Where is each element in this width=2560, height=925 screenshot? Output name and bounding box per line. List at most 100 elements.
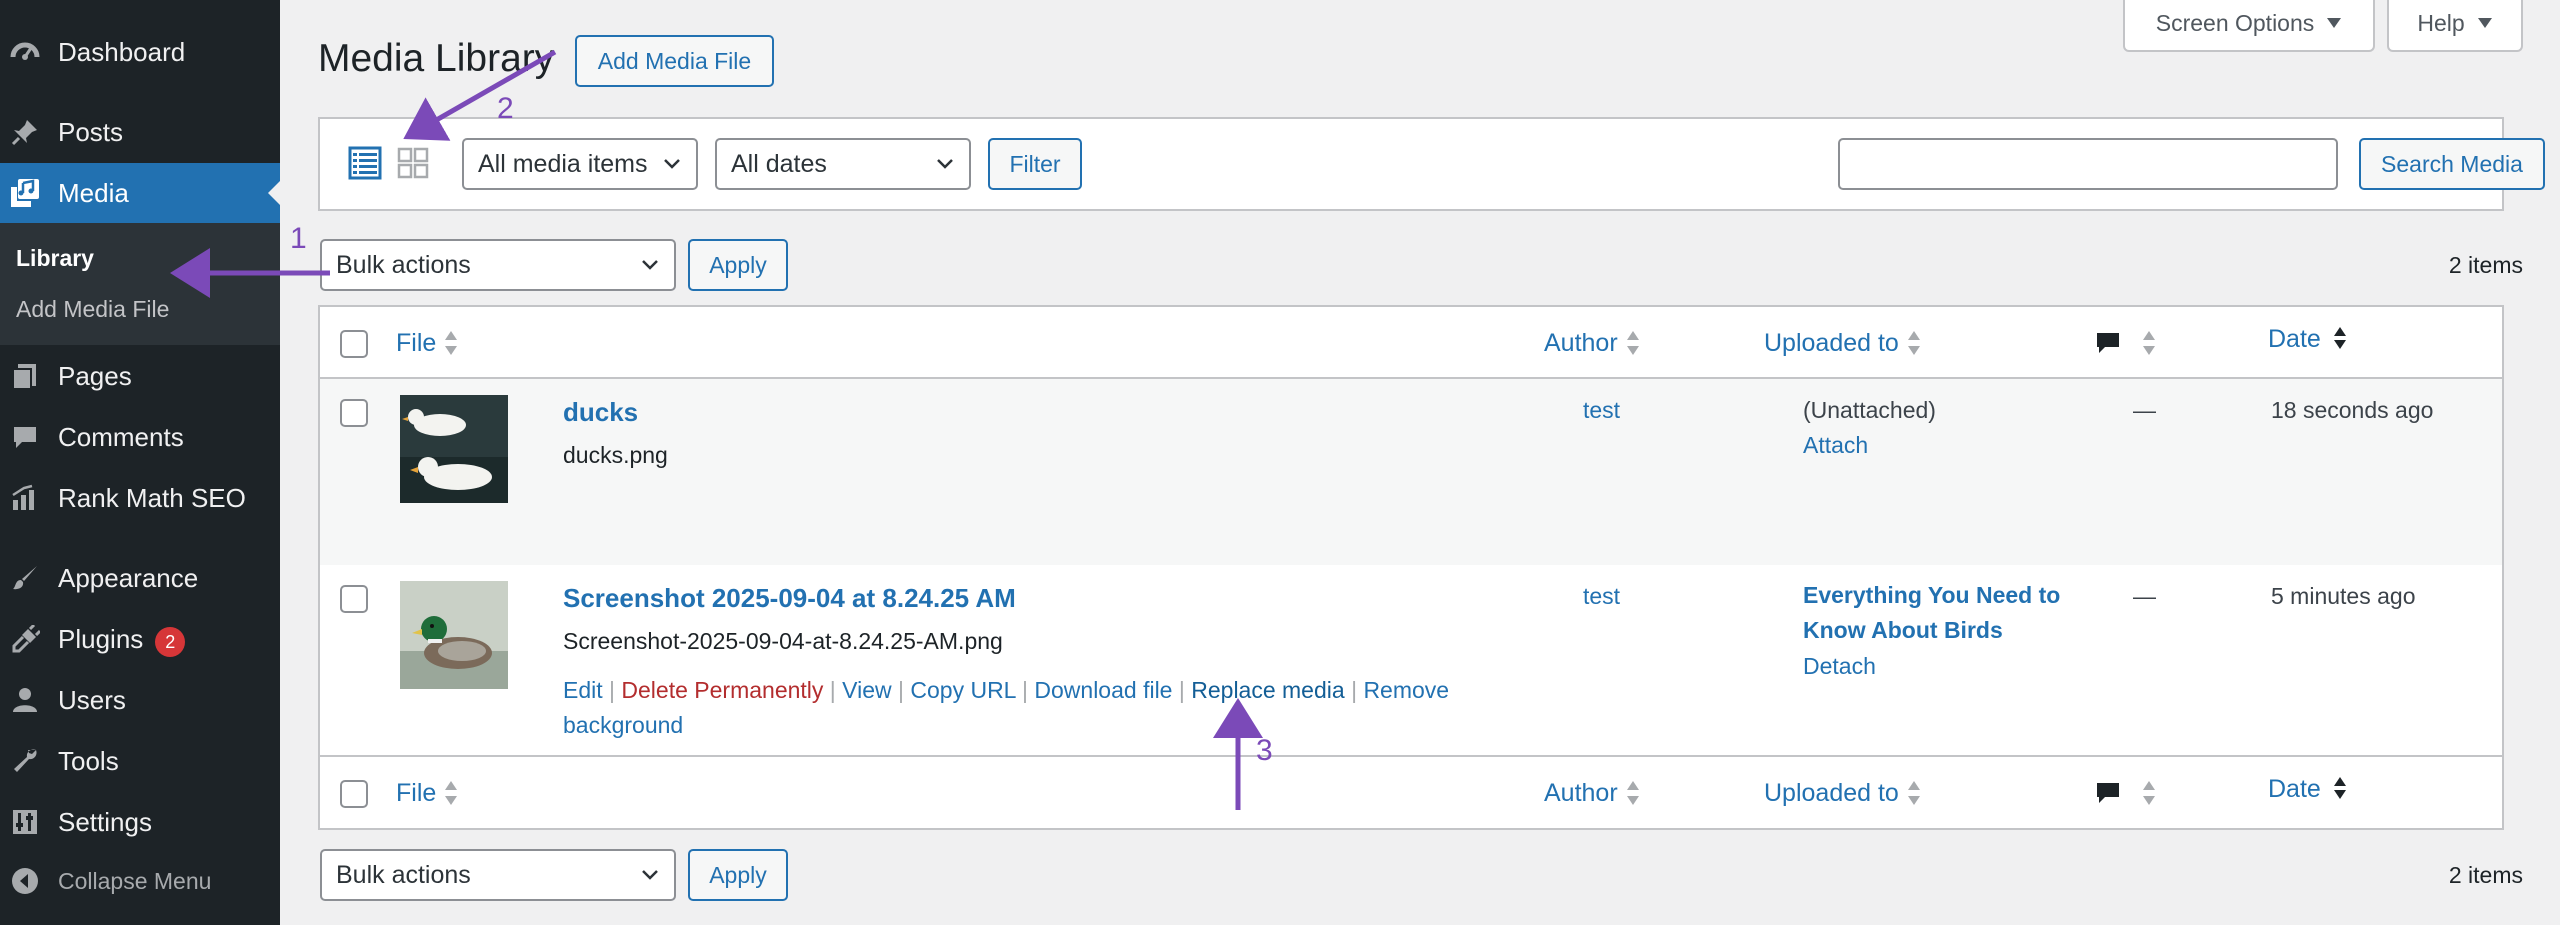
sidebar-item-label: Media [58,177,129,208]
caret-down-icon [2477,18,2492,28]
collapse-icon [8,864,42,898]
sidebar-item-pages[interactable]: Pages [0,346,280,406]
sidebar-item-rank-math-seo[interactable]: Rank Math SEO [0,468,280,528]
media-submenu: Library Add Media File [0,223,280,345]
submenu-item-library[interactable]: Library [16,245,94,272]
apply-button-top[interactable]: Apply [688,239,788,291]
sidebar-item-tools[interactable]: Tools [0,731,280,791]
screen-options-button[interactable]: Screen Options [2123,0,2375,52]
column-comments[interactable] [2094,307,2156,379]
bulk-actions-select-bottom[interactable]: Bulk actions [320,849,676,901]
sort-desc-icon [2333,777,2346,799]
row-checkbox[interactable] [340,399,368,427]
sidebar-item-plugins[interactable]: Plugins 2 [0,610,280,670]
table-row: Screenshot 2025-09-04 at 8.24.25 AM Scre… [320,565,2502,753]
items-count-bottom: 2 items [2448,862,2523,888]
brush-icon [8,561,42,595]
sidebar-item-dashboard[interactable]: Dashboard [0,22,280,82]
sidebar-item-comments[interactable]: Comments [0,407,280,467]
main-content: Screen Options Help Media Library Add Me… [280,0,2560,925]
replace-media-link[interactable]: Replace media [1191,677,1344,703]
column-file[interactable]: File [396,307,458,379]
media-title-link[interactable]: ducks [563,397,638,428]
column-date-label: Date [2268,774,2321,803]
dashboard-icon [8,35,42,69]
author-link[interactable]: test [1583,397,1620,424]
date-filter-select[interactable]: All dates [715,138,971,190]
select-all-checkbox[interactable] [340,330,368,358]
mallard-thumbnail[interactable] [400,581,508,689]
edit-link[interactable]: Edit [563,677,603,703]
collapse-menu-button[interactable]: Collapse Menu [0,851,280,911]
separator: | [609,677,616,703]
rank-math-icon [8,481,42,515]
help-button[interactable]: Help [2387,0,2523,52]
table-header: File Author Uploaded to Date [320,307,2502,379]
apply-button-bottom[interactable]: Apply [688,849,788,901]
delete-permanently-link[interactable]: Delete Permanently [621,677,823,703]
column-date[interactable]: Date [2268,303,2347,375]
column-file[interactable]: File [396,757,458,829]
table-footer: File Author Uploaded to Date [320,755,2502,827]
sidebar-item-settings[interactable]: Settings [0,792,280,852]
comment-icon [8,420,42,454]
sidebar-item-appearance[interactable]: Appearance [0,548,280,608]
column-uploaded-to[interactable]: Uploaded to [1764,757,1921,829]
items-count-top: 2 items [2448,252,2523,278]
chevron-down-icon [642,870,658,880]
sidebar-item-label: Appearance [58,562,199,593]
upload-date: 18 seconds ago [2271,397,2434,423]
sidebar-item-users[interactable]: Users [0,670,280,730]
media-type-select[interactable]: All media items [462,138,698,190]
date-filter-value: All dates [731,149,827,178]
column-date[interactable]: Date [2268,753,2347,825]
screen-options-label: Screen Options [2155,9,2315,36]
list-view-icon[interactable] [348,146,382,185]
uploaded-to-post-link[interactable]: Everything You Need to Know About Birds [1803,578,2103,648]
sort-icon [445,781,458,805]
column-uploaded-to-label: Uploaded to [1764,778,1899,807]
sidebar-item-posts[interactable]: Posts [0,102,280,162]
attach-link[interactable]: Attach [1803,432,1868,459]
select-all-checkbox-footer[interactable] [340,780,368,808]
download-file-link[interactable]: Download file [1034,677,1172,703]
separator: | [1178,677,1185,703]
sort-icon [445,331,458,355]
view-link[interactable]: View [842,677,891,703]
author-link[interactable]: test [1583,583,1620,610]
copy-url-link[interactable]: Copy URL [910,677,1015,703]
submenu-item-add-media-file[interactable]: Add Media File [16,296,169,323]
media-filename: ducks.png [563,442,668,468]
column-date-label: Date [2268,324,2321,353]
plug-icon [8,623,42,657]
ducks-thumbnail[interactable] [400,395,508,503]
collapse-menu-label: Collapse Menu [58,867,212,894]
column-uploaded-to[interactable]: Uploaded to [1764,307,1921,379]
column-author[interactable]: Author [1544,757,1640,829]
add-media-file-button[interactable]: Add Media File [575,35,774,87]
search-media-input[interactable] [1838,138,2338,190]
search-media-button[interactable]: Search Media [2359,138,2545,190]
sidebar-item-label: Users [58,684,126,715]
grid-view-icon[interactable] [396,146,430,185]
uploaded-to-status: (Unattached) [1803,397,1936,423]
comment-bubble-icon [2097,333,2119,353]
sidebar-item-media[interactable]: Media [0,163,280,223]
sidebar-item-label: Dashboard [58,36,186,67]
detach-link[interactable]: Detach [1803,653,1876,680]
help-label: Help [2417,9,2465,36]
comment-count: — [2133,397,2156,423]
media-title-link[interactable]: Screenshot 2025-09-04 at 8.24.25 AM [563,583,1016,614]
sort-icon [2143,781,2155,805]
column-author[interactable]: Author [1544,307,1640,379]
chevron-down-icon [664,159,680,169]
media-filter-bar: All media items All dates Filter Search … [318,117,2545,211]
sort-desc-icon [2333,327,2346,349]
page-title: Media Library [318,37,555,80]
column-comments[interactable] [2094,757,2156,829]
upload-date: 5 minutes ago [2271,583,2416,609]
filter-button[interactable]: Filter [988,138,1082,190]
row-checkbox[interactable] [340,585,368,613]
sidebar-item-label: Posts [58,116,124,147]
bulk-actions-select-top[interactable]: Bulk actions [320,239,676,291]
